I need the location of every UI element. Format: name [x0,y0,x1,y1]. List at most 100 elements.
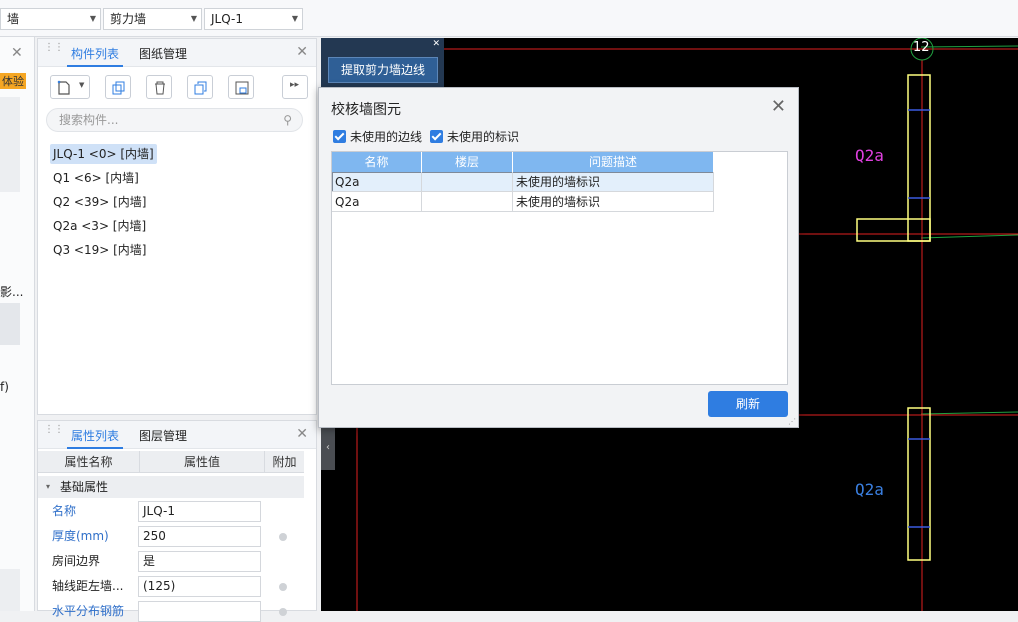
trial-badge: 体验 [0,73,26,89]
category-combo[interactable]: 墙 ▼ [0,8,101,30]
nav-truncated-text-2: f) [0,380,9,394]
property-extra-checkbox[interactable] [279,583,287,591]
layer-copy-button[interactable] [187,75,213,99]
copy-button[interactable] [105,75,131,99]
list-item[interactable]: Q3 <19> [内墙] [50,240,149,260]
property-name: 水平分布钢筋 [52,604,125,618]
tab-drawing-management[interactable]: 图纸管理 [135,43,191,67]
column-header[interactable]: 问题描述 [513,152,714,172]
property-extra-checkbox[interactable] [279,533,287,541]
list-item[interactable]: Q2a <3> [内墙] [50,216,149,236]
new-file-icon [57,80,70,95]
chevron-down-icon: ▼ [291,14,298,23]
chevron-down-icon: ▼ [89,14,96,23]
nav-panel-block-bottom [0,569,20,611]
component-combo-value: JLQ-1 [211,12,243,26]
type-combo[interactable]: 剪力墙 ▼ [103,8,202,30]
table-cell: 未使用的墙标识 [513,192,714,212]
property-group-label: 基础属性 [60,480,109,494]
delete-button[interactable] [146,75,172,99]
category-combo-value: 墙 [7,12,20,26]
grid-line-green [920,234,1018,239]
close-icon[interactable]: ✕ [296,44,308,60]
property-extra-checkbox[interactable] [279,608,287,616]
table-cell: Q2a [332,172,422,192]
list-item[interactable]: Q1 <6> [内墙] [50,168,142,188]
list-item[interactable]: JLQ-1 <0> [内墙] [50,144,157,164]
chevron-down-icon: ▼ [79,81,85,89]
double-chevron-right-icon: ▸▸ [290,80,300,90]
drag-handle-icon[interactable]: ⋮⋮ [44,425,64,441]
close-icon[interactable]: ✕ [771,96,786,117]
property-name: 轴线距左墙... [52,579,124,593]
property-value-input[interactable] [138,601,261,622]
close-icon[interactable]: ✕ [11,45,23,61]
component-list-panel: ⋮⋮ 构件列表 图纸管理 ✕ ▼ ▸▸ 搜索构件... ⚲ JLQ-1 <0> … [37,38,317,415]
checkbox-label: 未使用的边线 [350,130,423,144]
grid-line-green [920,411,1018,415]
search-icon[interactable]: ⚲ [283,109,292,131]
top-toolbar: 墙 ▼ 剪力墙 ▼ JLQ-1 ▼ [0,0,1018,37]
nav-truncated-text: 影... [0,285,24,299]
collapse-icon: ▾ [46,482,51,491]
extract-wall-edge-button[interactable]: 提取剪力墙边线 [328,57,438,83]
save-icon [235,81,249,95]
refresh-button[interactable]: 刷新 [708,391,788,417]
property-name: 厚度(mm) [52,529,109,543]
wall-segment [907,74,931,242]
checkbox-unused-edge[interactable]: 未使用的边线 [333,129,427,145]
collapse-panel-handle[interactable]: ‹ [321,426,335,470]
tab-property-list[interactable]: 属性列表 [67,425,124,449]
checkbox-checked-icon [430,130,443,143]
navigation-strip: ✕ 体验 影... f) [0,37,35,611]
trash-icon [155,81,165,95]
resize-grip-icon[interactable]: ⋰ [788,417,796,426]
close-icon[interactable]: ✕ [432,39,440,49]
result-table: 名称 楼层 问题描述 Q2a 未使用的墙标识 Q2a 未使用的墙标识 [331,151,788,385]
copy-icon [112,81,125,95]
more-button[interactable]: ▸▸ [282,75,308,99]
panel-header: ⋮⋮ 属性列表 图层管理 ✕ [38,421,316,449]
wall-segment [856,218,931,242]
chevron-down-icon: ▼ [190,14,197,23]
tab-component-list[interactable]: 构件列表 [67,43,124,67]
panel-header: ⋮⋮ 构件列表 图纸管理 ✕ [38,39,316,67]
column-header-value: 属性值 [139,451,264,473]
property-value-input[interactable]: 是 [138,551,261,572]
property-value-input[interactable]: JLQ-1 [138,501,261,522]
new-component-button[interactable]: ▼ [50,75,90,99]
wall-tag-label[interactable]: Q2a [855,480,884,499]
check-wall-dialog: 校核墙图元 ✕ 未使用的边线 未使用的标识 名称 楼层 问题描述 Q2a 未使用… [318,87,799,428]
column-header-name: 属性名称 [38,451,139,473]
property-value-input[interactable]: (125) [138,576,261,597]
property-group-header[interactable]: ▾ 基础属性 [38,476,304,498]
checkbox-checked-icon [333,130,346,143]
extract-toolbar: ✕ 提取剪力墙边线 [321,38,444,90]
table-cell [422,192,513,212]
table-cell [422,172,513,192]
layers-icon [194,81,207,95]
wall-segment [907,407,931,561]
column-header[interactable]: 楼层 [422,152,513,172]
wall-tag-label[interactable]: Q2a [855,146,884,165]
component-combo[interactable]: JLQ-1 ▼ [204,8,303,30]
save-template-button[interactable] [228,75,254,99]
axis-label: 12 [913,40,930,55]
checkbox-unused-tag[interactable]: 未使用的标识 [430,129,524,145]
type-combo-value: 剪力墙 [110,12,147,26]
search-placeholder: 搜索构件... [59,113,119,127]
search-input[interactable]: 搜索构件... ⚲ [46,108,303,132]
close-icon[interactable]: ✕ [296,426,308,442]
property-name: 名称 [52,504,77,518]
nav-item-selected[interactable] [0,303,20,345]
table-cell: Q2a [332,192,422,212]
table-cell: 未使用的墙标识 [513,172,714,192]
checkbox-label: 未使用的标识 [447,130,520,144]
list-item[interactable]: Q2 <39> [内墙] [50,192,149,212]
column-header[interactable]: 名称 [332,152,422,172]
nav-panel-block [0,97,20,192]
dialog-title: 校核墙图元 [331,102,401,118]
drag-handle-icon[interactable]: ⋮⋮ [44,43,64,59]
property-value-input[interactable]: 250 [138,526,261,547]
tab-layer-management[interactable]: 图层管理 [135,425,191,449]
